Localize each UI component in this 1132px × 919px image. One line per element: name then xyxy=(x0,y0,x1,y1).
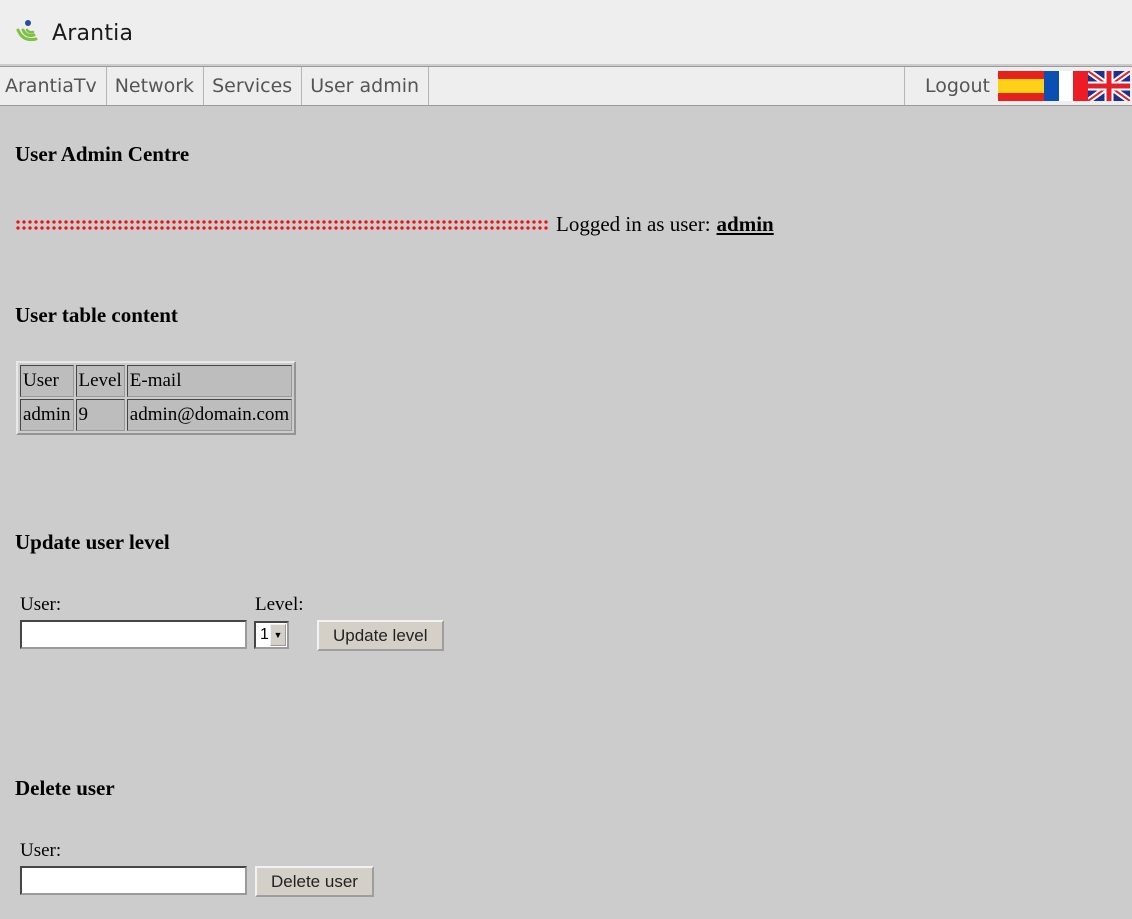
column-header-email: E-mail xyxy=(126,365,293,397)
update-user-input[interactable] xyxy=(20,620,247,649)
cell-email: admin@domain.com xyxy=(126,399,293,431)
nav-item-user-admin[interactable]: User admin xyxy=(302,67,430,105)
nav-item-services[interactable]: Services xyxy=(204,67,303,105)
logged-in-user-link[interactable]: admin xyxy=(717,212,774,237)
top-header: Arantia xyxy=(0,0,1132,64)
dotted-separator xyxy=(15,218,550,231)
nav-item-arantiatv[interactable]: ArantiaTv xyxy=(0,67,107,105)
column-header-level: Level xyxy=(75,365,125,397)
logout-link[interactable]: Logout xyxy=(903,67,998,105)
level-select-value: 1 xyxy=(260,626,269,643)
delete-user-heading: Delete user xyxy=(15,776,115,800)
nav-item-network[interactable]: Network xyxy=(107,67,205,105)
table-row: admin 9 admin@domain.com xyxy=(20,399,293,431)
arantia-logo-icon xyxy=(16,20,38,42)
update-level-heading: Update user level xyxy=(15,530,170,554)
cell-user: admin xyxy=(20,399,74,431)
logo-text: Arantia xyxy=(52,20,134,46)
delete-user-button[interactable]: Delete user xyxy=(255,866,374,897)
update-user-label: User: xyxy=(20,594,62,615)
french-flag-icon[interactable] xyxy=(1044,71,1088,101)
update-level-label: Level: xyxy=(255,594,304,615)
user-table-heading: User table content xyxy=(15,303,178,327)
column-header-user: User xyxy=(20,365,74,397)
arantia-logo[interactable]: Arantia xyxy=(12,18,133,48)
main-nav: ArantiaTv Network Services User admin Lo… xyxy=(0,66,1132,106)
user-table: User Level E-mail admin 9 admin@domain.c… xyxy=(16,361,297,435)
logged-in-label: Logged in as user: xyxy=(556,212,711,236)
login-status: Logged in as user: admin xyxy=(15,212,774,237)
cell-level: 9 xyxy=(75,399,125,431)
page-title: User Admin Centre xyxy=(15,142,190,166)
delete-user-input[interactable] xyxy=(20,866,247,895)
delete-user-label: User: xyxy=(20,840,62,861)
spanish-flag-icon[interactable] xyxy=(998,71,1044,101)
update-level-button[interactable]: Update level xyxy=(317,620,444,651)
table-header-row: User Level E-mail xyxy=(20,365,293,397)
level-select[interactable]: 1 ▼ xyxy=(254,621,289,649)
uk-flag-icon[interactable] xyxy=(1088,71,1130,101)
chevron-down-icon[interactable]: ▼ xyxy=(270,624,286,646)
